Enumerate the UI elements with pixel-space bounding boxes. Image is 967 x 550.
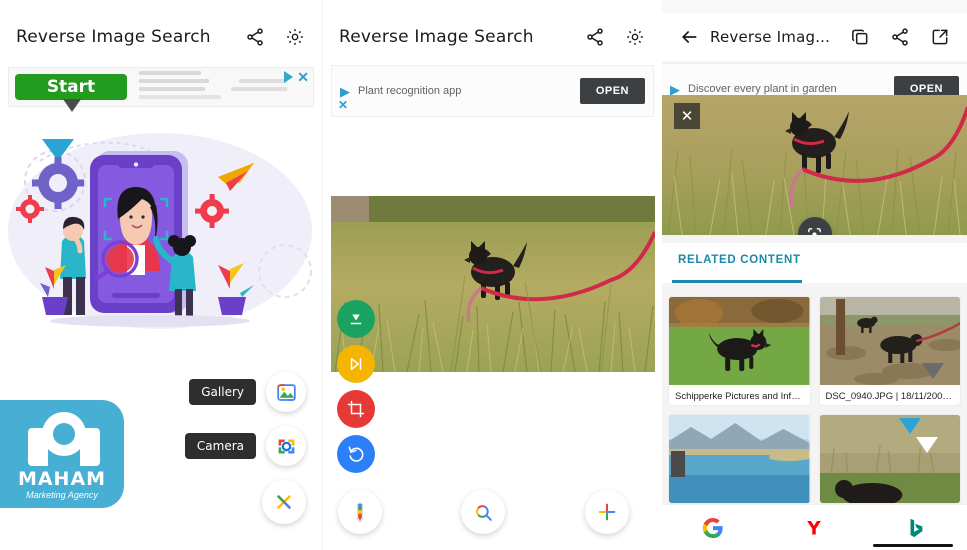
status-bar xyxy=(0,0,322,13)
gallery-icon[interactable] xyxy=(266,372,306,412)
logo-tagline: Marketing Agency xyxy=(26,490,98,500)
app-bar: Reverse Image Search xyxy=(0,13,322,61)
bing-tab[interactable] xyxy=(893,508,939,548)
ad-banner[interactable]: Start ✕ xyxy=(8,67,314,112)
ad-copy xyxy=(127,71,231,103)
logo-brand: MAHAM xyxy=(17,468,107,490)
share-icon[interactable] xyxy=(244,26,266,48)
open-external-icon[interactable] xyxy=(929,26,951,48)
camera-label: Camera xyxy=(184,433,256,459)
rotate-button[interactable] xyxy=(337,435,375,473)
ad-text: Discover every plant in garden xyxy=(688,83,837,95)
search-engine-nav: Y xyxy=(662,504,967,550)
ad-text: Plant recognition app xyxy=(358,85,462,97)
result-thumbnail xyxy=(669,297,810,385)
adchoices-icon[interactable] xyxy=(284,71,294,83)
edit-fab[interactable] xyxy=(338,490,382,534)
close-icon[interactable]: ✕ xyxy=(297,70,309,84)
ad-copy-line-2 xyxy=(139,79,209,83)
quick-actions: Gallery Camera xyxy=(184,372,306,524)
page-title: Reverse Image Search xyxy=(16,27,211,47)
svg-text:Y: Y xyxy=(807,518,822,539)
result-card[interactable]: Schipperke Pictures and Infor... dog-bre… xyxy=(668,296,811,406)
result-thumbnail xyxy=(819,297,960,385)
play-icon: ▶ xyxy=(340,83,350,99)
result-thumbnail xyxy=(819,415,960,503)
ad-right-line-2 xyxy=(231,87,287,91)
google-tab[interactable] xyxy=(690,508,736,548)
results-grid: Schipperke Pictures and Infor... dog-bre… xyxy=(662,288,967,504)
share-icon[interactable] xyxy=(889,26,911,48)
cursor-marker xyxy=(916,437,938,453)
share-icon[interactable] xyxy=(584,26,606,48)
play-icon: ▶ xyxy=(670,81,680,97)
gear-icon[interactable] xyxy=(284,26,306,48)
app-bar: Reverse Imag... xyxy=(662,13,967,61)
back-arrow-icon[interactable] xyxy=(678,26,700,48)
close-fab[interactable] xyxy=(262,480,306,524)
ad-right-line-1 xyxy=(239,79,287,83)
ad-copy-line-4 xyxy=(139,95,221,99)
page-title: Reverse Imag... xyxy=(710,28,831,46)
status-bar xyxy=(662,0,967,13)
yandex-tab[interactable]: Y xyxy=(791,508,837,548)
camera-lens-icon xyxy=(28,412,100,466)
reverse-image-search-illustration xyxy=(0,121,322,336)
selected-photo[interactable] xyxy=(331,196,655,372)
close-icon[interactable]: ✕ xyxy=(674,103,700,129)
app-bar: Reverse Image Search xyxy=(323,13,662,61)
result-title: Schipperke Pictures and Infor... xyxy=(675,391,804,402)
add-fab[interactable] xyxy=(585,490,629,534)
save-button[interactable] xyxy=(337,300,375,338)
camera-action[interactable]: Camera xyxy=(184,426,306,466)
ad-copy-line-3 xyxy=(139,87,205,91)
crop-button[interactable] xyxy=(337,390,375,428)
page-title: Reverse Image Search xyxy=(339,27,534,47)
ad-open-button[interactable]: OPEN xyxy=(579,78,645,104)
phone-panel-editor: Reverse Image Search ▶ Plant recognition… xyxy=(322,0,662,550)
result-card[interactable] xyxy=(668,414,811,504)
gear-icon[interactable] xyxy=(624,26,646,48)
cursor-marker xyxy=(922,363,944,379)
search-fab[interactable] xyxy=(461,490,505,534)
phone-panel-home: Reverse Image Search Start ✕ MAHAM Marke… xyxy=(0,0,322,550)
ad-banner[interactable]: ▶ Plant recognition app OPEN ✕ xyxy=(331,65,654,117)
cursor-marker xyxy=(899,418,921,434)
gallery-action[interactable]: Gallery xyxy=(189,372,306,412)
result-thumbnail xyxy=(669,415,810,503)
flip-button[interactable] xyxy=(337,345,375,383)
maham-logo: MAHAM Marketing Agency xyxy=(0,400,124,508)
tab-related-content[interactable]: RELATED CONTENT xyxy=(662,243,817,266)
result-card[interactable] xyxy=(818,414,961,504)
gallery-label: Gallery xyxy=(189,379,256,405)
gesture-bar xyxy=(873,544,953,547)
copy-icon[interactable] xyxy=(849,26,871,48)
tab-bar: RELATED CONTENT xyxy=(662,243,967,283)
result-title: DSC_0940.JPG | 18/11/2007 ... xyxy=(825,391,955,402)
ad-start-button[interactable]: Start xyxy=(15,74,127,112)
camera-icon[interactable] xyxy=(266,426,306,466)
screenshot-root: Reverse Image Search Start ✕ MAHAM Marke… xyxy=(0,0,967,550)
ad-copy-line-1 xyxy=(139,71,201,75)
result-card[interactable]: DSC_0940.JPG | 18/11/2007 ... Flickr xyxy=(818,296,961,406)
tab-indicator xyxy=(672,280,802,283)
query-photo[interactable]: ✕ xyxy=(662,95,967,235)
close-icon[interactable]: ✕ xyxy=(338,98,348,112)
status-bar xyxy=(323,0,662,13)
phone-panel-results: Reverse Imag... ▶ Discover every plant i… xyxy=(662,0,967,550)
